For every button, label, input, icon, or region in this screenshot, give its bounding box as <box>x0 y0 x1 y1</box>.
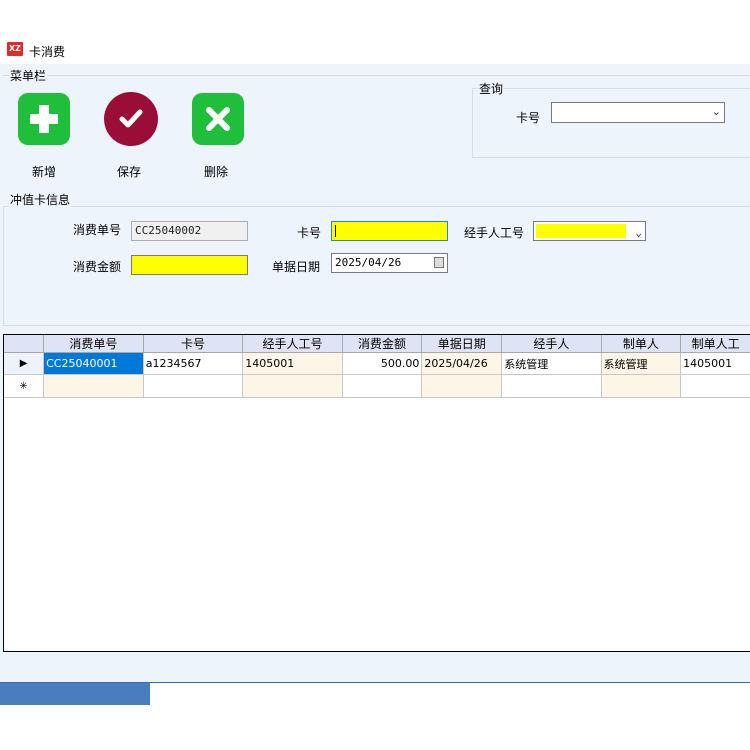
table-cell[interactable] <box>242 374 343 398</box>
column-header[interactable]: 经手人 <box>501 335 602 353</box>
query-card-select[interactable]: ⌄ <box>551 102 725 123</box>
records-table: 消费单号 卡号 经手人工号 消费金额 单据日期 经手人 制单人 制单人工 ▶ C… <box>4 335 750 398</box>
table-cell[interactable] <box>342 374 423 398</box>
table-cell[interactable]: 2025/04/26 <box>421 352 503 375</box>
amount-field[interactable] <box>131 255 248 275</box>
table-cell[interactable]: 系统管理 <box>601 352 682 375</box>
column-header[interactable]: 消费金额 <box>342 335 423 353</box>
title-bar <box>0 38 750 62</box>
save-button[interactable] <box>104 92 158 146</box>
employee-id-value <box>536 224 626 238</box>
card-info-group-label: 冲值卡信息 <box>9 191 72 208</box>
table-cell[interactable]: 500.00 <box>342 352 423 375</box>
amount-label: 消费金额 <box>73 260 122 274</box>
add-button[interactable] <box>18 93 70 145</box>
delete-button[interactable] <box>192 93 244 145</box>
current-row-indicator-icon[interactable]: ▶ <box>4 352 45 375</box>
x-icon <box>206 107 230 131</box>
table-row[interactable]: ▶ CC25040001 a1234567 1405001 500.00 202… <box>4 352 750 375</box>
employee-id-select[interactable]: ⌄ <box>533 221 646 241</box>
calendar-icon[interactable] <box>434 257 444 268</box>
table-cell[interactable] <box>680 374 750 398</box>
chevron-down-icon[interactable]: ⌄ <box>712 105 721 118</box>
column-header[interactable]: 经手人工号 <box>242 335 343 353</box>
table-cell[interactable] <box>143 374 244 398</box>
table-cell[interactable] <box>43 374 144 398</box>
plus-icon <box>30 105 58 133</box>
column-header[interactable]: 消费单号 <box>43 335 144 353</box>
table-cell[interactable] <box>421 374 503 398</box>
text-cursor <box>335 225 336 237</box>
card-number-field[interactable] <box>331 221 448 241</box>
employee-id-label: 经手人工号 <box>464 226 525 240</box>
column-header[interactable]: 卡号 <box>143 335 244 353</box>
window-title: 卡消费 <box>29 45 66 59</box>
table-cell[interactable] <box>601 374 682 398</box>
menu-group-label: 菜单栏 <box>9 67 48 84</box>
table-cell[interactable]: a1234567 <box>143 352 244 375</box>
card-number-label: 卡号 <box>297 226 322 240</box>
document-date-label: 单据日期 <box>272 260 321 274</box>
table-cell[interactable] <box>501 374 602 398</box>
new-row[interactable]: ✳ <box>4 374 750 398</box>
table-cell[interactable]: 1405001 <box>242 352 343 375</box>
document-date-value: 2025/04/26 <box>335 256 402 269</box>
app-logo-icon: XZ <box>7 42 23 56</box>
query-group <box>472 88 750 158</box>
check-icon <box>119 109 143 128</box>
query-card-label: 卡号 <box>516 111 541 125</box>
column-header[interactable]: 制单人 <box>601 335 682 353</box>
order-number-label: 消费单号 <box>73 223 122 237</box>
records-grid[interactable]: 消费单号 卡号 经手人工号 消费金额 单据日期 经手人 制单人 制单人工 ▶ C… <box>3 334 750 652</box>
table-cell[interactable]: 系统管理 <box>501 352 602 375</box>
query-group-label: 查询 <box>478 80 505 97</box>
order-number-field[interactable]: CC25040002 <box>131 221 248 241</box>
table-cell[interactable]: 1405001 <box>680 352 750 375</box>
table-cell[interactable]: CC25040001 <box>43 352 144 375</box>
grid-corner-cell[interactable] <box>4 335 45 353</box>
add-button-label[interactable]: 新增 <box>14 163 74 180</box>
save-button-label[interactable]: 保存 <box>99 163 159 180</box>
progress-bar <box>0 683 150 705</box>
column-header[interactable]: 制单人工 <box>680 335 750 353</box>
grid-header-row: 消费单号 卡号 经手人工号 消费金额 单据日期 经手人 制单人 制单人工 <box>4 335 750 353</box>
delete-button-label[interactable]: 删除 <box>186 163 246 180</box>
chevron-down-icon[interactable]: ⌄ <box>635 224 642 242</box>
new-row-indicator-icon[interactable]: ✳ <box>4 374 45 398</box>
column-header[interactable]: 单据日期 <box>421 335 503 353</box>
document-date-picker[interactable]: 2025/04/26 <box>331 253 448 273</box>
